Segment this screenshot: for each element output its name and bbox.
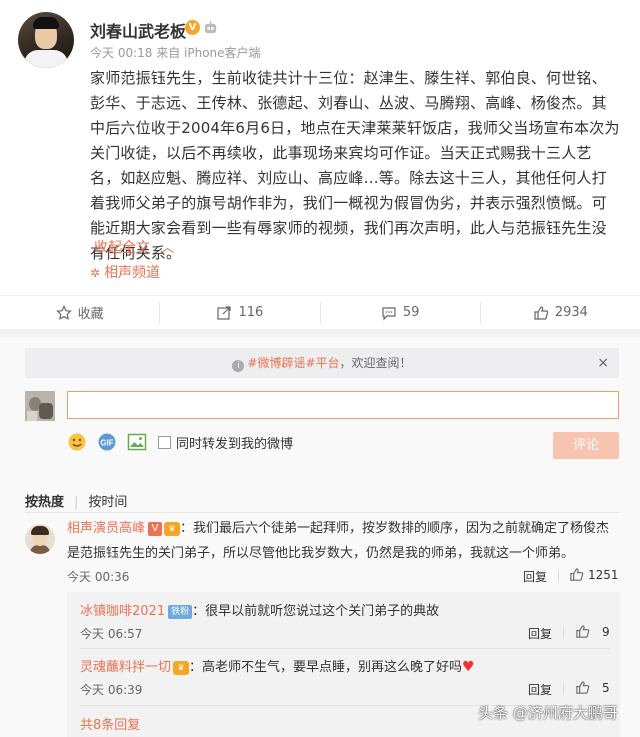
favorite-label: 收藏 — [77, 307, 104, 322]
comment-icon — [382, 306, 396, 320]
reply-item: 冰镇咖啡2021 铁粉 ：很早以前就听您说过这个关门弟子的典故 — [80, 600, 610, 619]
forward-label: 同时转发到我的微博 — [176, 437, 294, 452]
thumbs-up-icon — [576, 625, 590, 638]
comment-button[interactable]: 59 — [321, 302, 481, 323]
sort-by-time[interactable]: 按时间 — [88, 495, 127, 510]
comment-time: 今天 00:36 — [67, 570, 130, 584]
user-avatar[interactable] — [25, 391, 55, 421]
reply-button[interactable]: 回复 — [528, 681, 552, 698]
forward-checkbox[interactable]: 同时转发到我的微博 — [158, 433, 293, 452]
verified-v-icon: V — [148, 521, 163, 536]
star-outline-icon — [55, 304, 72, 320]
reply-like-count: 9 — [602, 624, 610, 639]
like-count: 2934 — [554, 305, 588, 320]
collapse-label: 收起全文 — [94, 240, 150, 256]
close-icon[interactable]: × — [597, 348, 609, 378]
divider — [80, 648, 610, 649]
watermark: 头条 @济州府大鹏哥 — [478, 704, 618, 722]
like-button[interactable]: 2934 — [481, 302, 640, 323]
star-icon: ✲ — [90, 266, 101, 280]
comment-count: 59 — [402, 305, 420, 320]
commenter-avatar[interactable] — [25, 524, 55, 554]
checkbox-box[interactable] — [158, 436, 171, 449]
thumbs-up-icon — [576, 681, 590, 694]
reply-button[interactable]: 回复 — [528, 625, 552, 642]
divider — [558, 570, 559, 582]
more-replies-link[interactable]: 共8条回复 — [80, 714, 140, 733]
gif-icon[interactable]: GIF — [97, 432, 117, 452]
section-divider — [0, 329, 640, 337]
divider — [25, 512, 619, 513]
collapse-button[interactable]: 收起全文 ︿ — [94, 237, 174, 257]
reply-like-button[interactable]: 5 — [575, 680, 610, 695]
reply-button[interactable]: 回复 — [523, 568, 547, 585]
reply-item: 灵魂蘸料拌一切 ♛ ：高老师不生气，要早点睡，别再这么晚了好吗♥ — [80, 656, 610, 675]
heart-icon: ♥ — [462, 659, 475, 675]
reply-like-count: 5 — [602, 680, 610, 695]
action-bar: 收藏 116 59 2934 — [0, 295, 640, 329]
notice-link[interactable]: #微博辟谣#平台 — [247, 356, 339, 370]
reply-text: ：很早以前就听您说过这个关门弟子的典故 — [192, 604, 440, 619]
reply-author[interactable]: 灵魂蘸料拌一切 — [80, 660, 171, 675]
author-name[interactable]: 刘春山武老板 — [90, 18, 186, 42]
divider — [563, 683, 564, 695]
reply-time: 今天 06:39 — [80, 683, 143, 697]
verified-badge-icon: V — [185, 20, 200, 35]
comment-body: 相声演员高峰 V ♛ ：我们最后六个徒弟一起拜师，按岁数排的顺序，因为之前就确定了杨俊… — [67, 516, 620, 566]
thumbs-up-icon — [534, 305, 549, 320]
reply-like-button[interactable]: 9 — [575, 624, 610, 639]
comment-like-button[interactable]: 1251 — [569, 567, 619, 582]
author-avatar[interactable] — [18, 12, 74, 68]
info-icon: i — [232, 360, 245, 372]
post-content: 家师范振钰先生，生前收徒共计十三位：赵津生、滕生祥、郭伯良、何世铭、彭华、于志远… — [90, 69, 620, 262]
reply-time: 今天 06:57 — [80, 627, 143, 641]
repost-button[interactable]: 116 — [160, 302, 321, 323]
favorite-button[interactable]: 收藏 — [0, 302, 161, 323]
chevron-up-icon: ︿ — [160, 240, 175, 256]
reply-author[interactable]: 冰镇咖啡2021 — [80, 604, 165, 619]
divider — [563, 627, 564, 639]
reply-text: ：高老师不生气，要早点睡，别再这么晚了好吗 — [189, 660, 463, 675]
svg-text:GIF: GIF — [100, 439, 113, 448]
vip-crown-icon: ♛ — [173, 660, 190, 675]
fan-badge: 铁粉 — [168, 604, 193, 619]
repost-icon — [217, 305, 232, 320]
notice-text: ，欢迎查阅！ — [339, 356, 412, 370]
commenter-name[interactable]: 相声演员高峰 — [67, 521, 145, 536]
sort-tabs: 按热度 | 按时间 — [25, 495, 128, 510]
submit-comment-button[interactable]: 评论 — [553, 432, 619, 459]
topic-label: 相声频道 — [104, 265, 161, 281]
image-icon[interactable] — [127, 432, 147, 452]
comment-input[interactable] — [67, 391, 619, 419]
repost-count: 116 — [238, 305, 264, 320]
comment-like-count: 1251 — [588, 567, 619, 582]
vip-crown-icon: ♛ — [164, 521, 181, 536]
topic-link[interactable]: ✲ 相声频道 — [90, 262, 160, 282]
thumbs-up-icon — [570, 568, 584, 581]
notice-bar: i #微博辟谣#平台，欢迎查阅！ × — [25, 348, 619, 378]
sort-by-hot[interactable]: 按热度 — [25, 495, 64, 510]
robot-icon — [204, 20, 217, 34]
post-meta: 今天 00:18 来自 iPhone客户端 — [90, 46, 261, 60]
emoji-icon[interactable] — [67, 432, 87, 452]
